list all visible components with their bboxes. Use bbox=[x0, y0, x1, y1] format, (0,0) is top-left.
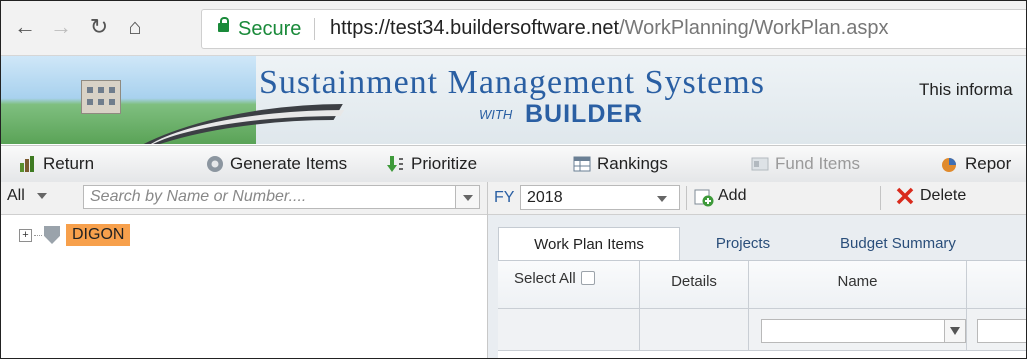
select-all-checkbox[interactable] bbox=[580, 271, 595, 285]
report-icon bbox=[941, 155, 959, 173]
tree-pane: All Search by Name or Number.... + DIGON bbox=[1, 182, 488, 358]
url-bar[interactable]: Secure https://test34.buildersoftware.ne… bbox=[201, 9, 1026, 49]
add-button[interactable]: Add bbox=[694, 187, 747, 207]
select-all-header[interactable]: Select All bbox=[498, 261, 640, 309]
filter-funnel-icon[interactable] bbox=[944, 319, 966, 343]
fund-items-button[interactable]: Fund Items bbox=[751, 153, 860, 175]
search-dropdown-button[interactable] bbox=[456, 185, 480, 209]
search-input[interactable]: Search by Name or Number.... bbox=[83, 185, 456, 209]
app-title-with: WITH bbox=[479, 107, 513, 122]
lock-icon bbox=[218, 17, 229, 32]
return-button[interactable]: Return bbox=[19, 153, 94, 175]
work-plan-grid: Select All Details Name bbox=[498, 260, 1026, 358]
table-icon bbox=[573, 155, 591, 173]
forward-arrow-icon[interactable]: → bbox=[49, 15, 73, 39]
toolbar-separator bbox=[880, 186, 881, 210]
prioritize-label: Prioritize bbox=[411, 154, 478, 173]
url-separator bbox=[314, 18, 315, 40]
url-text[interactable]: https://test34.buildersoftware.net/WorkP… bbox=[330, 17, 888, 40]
gear-icon bbox=[206, 155, 224, 173]
name-column-header[interactable]: Name bbox=[749, 261, 967, 309]
filter-cell bbox=[967, 309, 1026, 351]
report-button[interactable]: Repor bbox=[941, 153, 1011, 175]
fund-items-label: Fund Items bbox=[775, 154, 861, 173]
tree-node-row[interactable]: + DIGON bbox=[19, 224, 131, 246]
sort-priority-icon bbox=[387, 155, 405, 173]
delete-x-icon bbox=[896, 187, 914, 205]
fiscal-year-select[interactable]: 2018 bbox=[520, 185, 680, 210]
filter-cell bbox=[640, 309, 749, 351]
column-filter-input[interactable] bbox=[977, 319, 1026, 343]
tab-work-plan-items[interactable]: Work Plan Items bbox=[498, 227, 680, 261]
report-label: Repor bbox=[965, 154, 1012, 173]
app-title: Sustainment Management Systems bbox=[259, 64, 765, 101]
tree-connector bbox=[34, 234, 42, 236]
generate-items-label: Generate Items bbox=[230, 154, 348, 173]
delete-button[interactable]: Delete bbox=[896, 187, 966, 205]
name-filter-input[interactable] bbox=[761, 319, 945, 343]
main-toolbar: Return Generate Items Prioritize Ranking… bbox=[1, 145, 1026, 184]
return-label: Return bbox=[43, 154, 95, 173]
select-all-label: Select All bbox=[514, 270, 576, 287]
back-arrow-icon[interactable]: ← bbox=[13, 15, 37, 39]
toolbar-separator bbox=[686, 186, 687, 210]
expand-icon[interactable]: + bbox=[19, 228, 32, 242]
work-plan-pane: FY 2018 Add Delete Work Plan Items Proje… bbox=[488, 182, 1026, 358]
add-label: Add bbox=[718, 187, 747, 204]
add-icon bbox=[694, 187, 714, 207]
app-title-builder: BUILDER bbox=[525, 100, 644, 128]
home-icon[interactable]: ⌂ bbox=[123, 15, 147, 39]
browser-address-bar: ← → ↻ ⌂ Secure https://test34.buildersof… bbox=[1, 1, 1026, 56]
building-icon bbox=[81, 80, 121, 114]
return-icon bbox=[19, 155, 37, 173]
rankings-button[interactable]: Rankings bbox=[573, 153, 668, 175]
tab-budget-summary[interactable]: Budget Summary bbox=[818, 227, 978, 260]
fund-items-icon bbox=[751, 155, 769, 173]
tree-filter-bar: All Search by Name or Number.... bbox=[1, 182, 487, 215]
banner-road-image bbox=[1, 56, 345, 144]
filter-cell bbox=[498, 309, 640, 351]
tab-container: Work Plan Items Projects Budget Summary … bbox=[488, 215, 1026, 358]
fy-label: FY bbox=[494, 189, 515, 206]
secure-label: Secure bbox=[238, 18, 302, 40]
app-frame: ← → ↻ ⌂ Secure https://test34.buildersof… bbox=[0, 0, 1027, 359]
name-filter-cell bbox=[749, 309, 967, 351]
tab-projects[interactable]: Projects bbox=[683, 227, 803, 260]
generate-items-button[interactable]: Generate Items bbox=[206, 153, 347, 175]
url-path: /WorkPlanning/WorkPlan.aspx bbox=[619, 17, 889, 39]
work-plan-toolbar: FY 2018 Add Delete bbox=[488, 182, 1026, 215]
scope-filter-select[interactable]: All bbox=[7, 187, 25, 205]
shield-icon bbox=[44, 226, 60, 244]
banner-info-text: This informa bbox=[919, 80, 1013, 99]
rankings-label: Rankings bbox=[597, 154, 668, 173]
details-column-header[interactable]: Details bbox=[640, 261, 749, 309]
tree-node-label[interactable]: DIGON bbox=[66, 224, 131, 246]
app-banner: Sustainment Management Systems WITH BUIL… bbox=[1, 56, 1026, 144]
next-column-header[interactable] bbox=[967, 261, 1026, 309]
chevron-down-icon[interactable] bbox=[37, 193, 47, 199]
reload-icon[interactable]: ↻ bbox=[87, 15, 111, 39]
url-host: https://test34.buildersoftware.net bbox=[330, 17, 620, 39]
prioritize-button[interactable]: Prioritize bbox=[387, 153, 477, 175]
delete-label: Delete bbox=[920, 187, 967, 204]
